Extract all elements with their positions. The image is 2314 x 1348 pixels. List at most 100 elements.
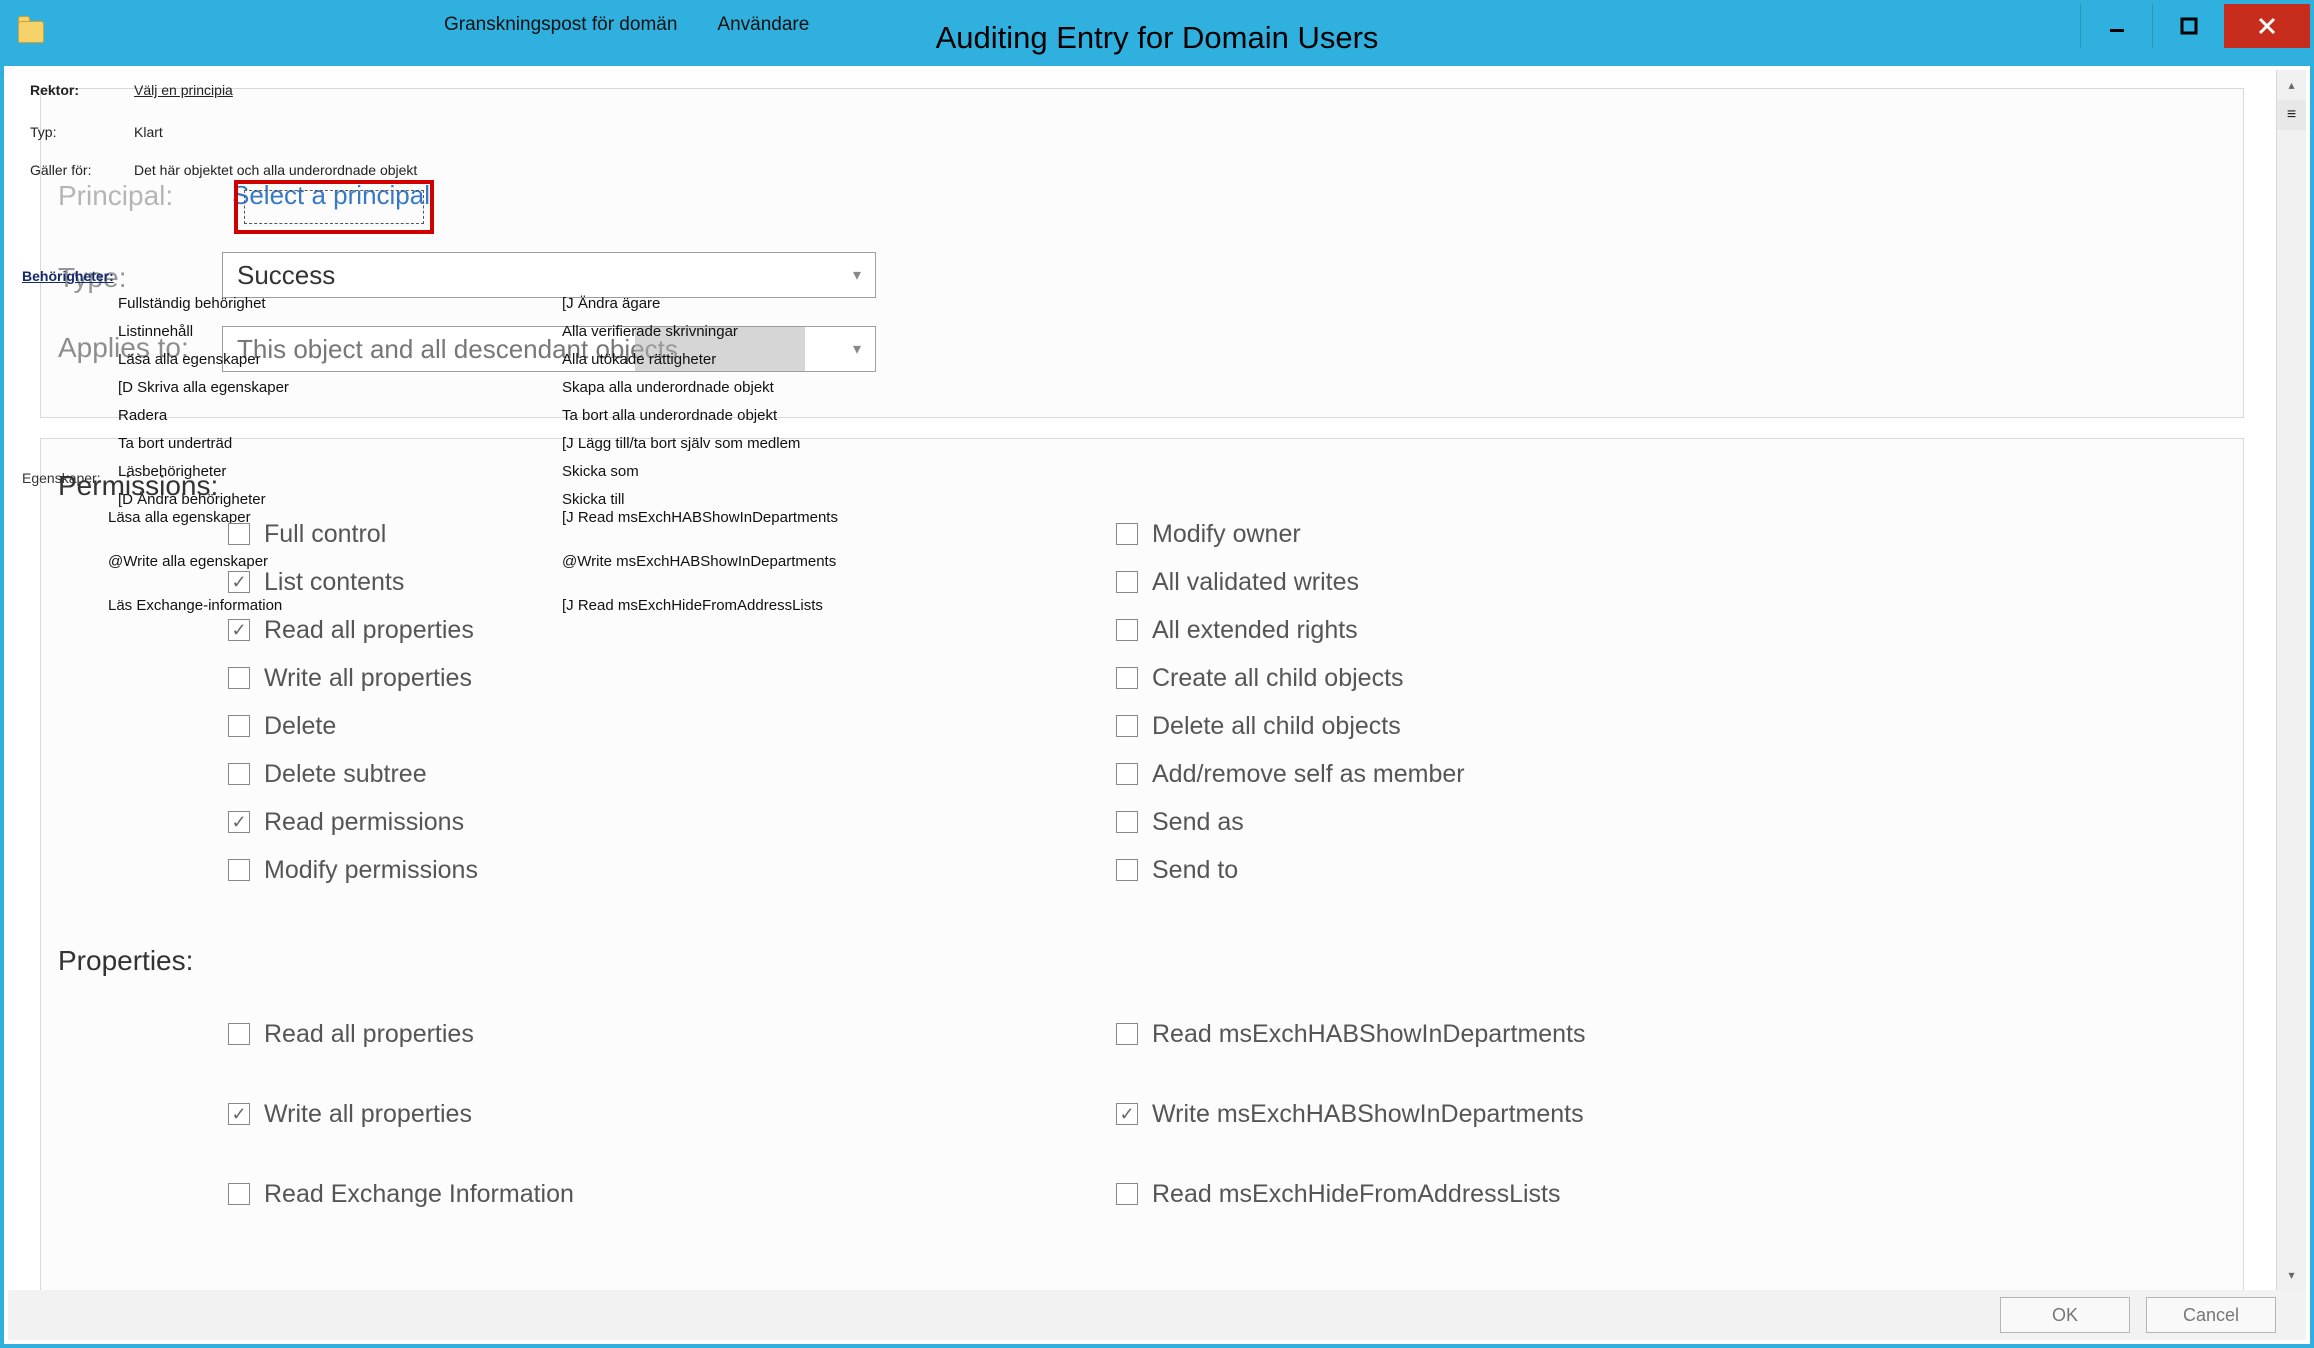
meta-row-rektor: Rektor: Välj en principia — [30, 82, 417, 98]
titlebar: Granskningspost för domän Användare Audi… — [4, 4, 2310, 66]
checkbox-label: All validated writes — [1152, 568, 1359, 597]
checkbox[interactable] — [228, 811, 250, 833]
checkbox[interactable] — [1116, 1183, 1138, 1205]
label-behorigheter: Behörigheter: — [22, 268, 114, 284]
chevron-down-icon: ▾ — [853, 265, 861, 285]
legacy-text-line: [J Read msExchHideFromAddressLists — [562, 584, 838, 628]
legacy-text-line: Ta bort underträd — [118, 430, 289, 458]
checkbox-row: Delete subtree — [228, 750, 478, 798]
checkbox-row: Modify permissions — [228, 846, 478, 894]
close-button[interactable] — [2224, 4, 2310, 48]
checkbox-row: Delete all child objects — [1116, 702, 1465, 750]
folder-icon — [18, 21, 46, 49]
checkbox-label: Create all child objects — [1152, 664, 1404, 693]
label-galler: Gäller för: — [30, 162, 116, 178]
permissions-col-left: Full controlList contentsRead all proper… — [228, 510, 478, 894]
ok-button[interactable]: OK — [2000, 1297, 2130, 1333]
checkbox-label: All extended rights — [1152, 616, 1358, 645]
checkbox[interactable] — [1116, 619, 1138, 641]
checkbox-row: Read Exchange Information — [228, 1154, 574, 1234]
checkbox[interactable] — [1116, 715, 1138, 737]
checkbox-label: Read all properties — [264, 616, 474, 645]
dialog-button-bar: OK Cancel — [8, 1290, 2306, 1340]
checkbox-label: Read msExchHideFromAddressLists — [1152, 1180, 1560, 1209]
dropdown-type-value: Success — [237, 260, 335, 291]
maximize-button[interactable] — [2152, 4, 2224, 48]
link-select-principal-sv[interactable]: Välj en principia — [134, 82, 233, 98]
checkbox-row: Write msExchHABShowInDepartments — [1116, 1074, 1586, 1154]
checkbox[interactable] — [228, 571, 250, 593]
checkbox[interactable] — [1116, 811, 1138, 833]
checkbox[interactable] — [1116, 523, 1138, 545]
legacy-text-line: [J Read msExchHABShowInDepartments — [562, 496, 838, 540]
checkbox[interactable] — [1116, 1103, 1138, 1125]
checkbox-label: Read msExchHABShowInDepartments — [1152, 1020, 1586, 1049]
checkbox-label: Delete subtree — [264, 760, 427, 789]
scroll-down-icon[interactable]: ▾ — [2277, 1260, 2306, 1290]
checkbox-label: Read permissions — [264, 808, 464, 837]
cancel-button[interactable]: Cancel — [2146, 1297, 2276, 1333]
label-rektor: Rektor: — [30, 82, 116, 98]
legacy-text-line: Radera — [118, 402, 289, 430]
checkbox-label: Modify owner — [1152, 520, 1301, 549]
legacy-text-line: Fullständig behörighet — [118, 290, 289, 318]
checkbox-row: List contents — [228, 558, 478, 606]
title-ghost-tabs: Granskningspost för domän Användare — [444, 14, 809, 36]
checkbox-row: Send as — [1116, 798, 1465, 846]
properties-col-left: Read all propertiesWrite all propertiesR… — [228, 994, 574, 1234]
scroll-options-icon[interactable]: ≡ — [2277, 100, 2306, 130]
checkbox-label: Write all properties — [264, 664, 472, 693]
checkbox-label: Send as — [1152, 808, 1244, 837]
checkbox-row: Write all properties — [228, 654, 478, 702]
checkbox[interactable] — [1116, 571, 1138, 593]
chevron-down-icon: ▾ — [853, 339, 861, 359]
heading-permissions: Permissions: — [58, 470, 218, 502]
window-title: Auditing Entry for Domain Users — [4, 20, 2310, 56]
checkbox[interactable] — [1116, 763, 1138, 785]
checkbox-label: Delete — [264, 712, 336, 741]
checkbox[interactable] — [1116, 667, 1138, 689]
checkbox[interactable] — [1116, 1023, 1138, 1045]
permissions-col-right: Modify owner All validated writes All exte… — [1116, 510, 1465, 894]
checkbox-label: Write all properties — [264, 1100, 472, 1129]
checkbox-row: Delete — [228, 702, 478, 750]
checkbox[interactable] — [228, 1103, 250, 1125]
legacy-perm-col-right: [J Ändra ägareAlla verifierade skrivning… — [562, 290, 800, 514]
checkbox-label: Delete all child objects — [1152, 712, 1401, 741]
window-auditing-entry: Granskningspost för domän Användare Audi… — [0, 0, 2314, 1348]
legacy-text-line: Skapa alla underordnade objekt — [562, 374, 800, 402]
ghost-tab-2: Användare — [717, 14, 809, 36]
checkbox[interactable] — [228, 1023, 250, 1045]
checkbox[interactable] — [228, 619, 250, 641]
legacy-text-line: @Write msExchHABShowInDepartments — [562, 540, 838, 584]
checkbox-row: Add/remove self as member — [1116, 750, 1465, 798]
checkbox[interactable] — [228, 763, 250, 785]
legacy-text-line: [J Ändra ägare — [562, 290, 800, 318]
checkbox-row: Read msExchHideFromAddressLists — [1116, 1154, 1586, 1234]
checkbox[interactable] — [228, 667, 250, 689]
checkbox-row: Read msExchHABShowInDepartments — [1116, 994, 1586, 1074]
meta-row-galler: Gäller för: Det här objektet och alla un… — [30, 162, 417, 178]
client-area: Rektor: Välj en principia Typ: Klart Gäl… — [8, 70, 2306, 1290]
checkbox-row: Create all child objects — [1116, 654, 1465, 702]
legacy-text-line: [J Lägg till/ta bort själv som medlem — [562, 430, 800, 458]
scroll-up-icon[interactable]: ▴ — [2277, 70, 2306, 100]
checkbox-label: List contents — [264, 568, 404, 597]
vertical-scrollbar[interactable]: ▴ ≡ ▾ — [2276, 70, 2306, 1290]
checkbox[interactable] — [228, 523, 250, 545]
legacy-text-line: Läsa alla egenskaper — [118, 346, 289, 374]
checkbox[interactable] — [228, 1183, 250, 1205]
checkbox-row: Read permissions — [228, 798, 478, 846]
checkbox-row: Modify owner — [1116, 510, 1465, 558]
checkbox[interactable] — [1116, 859, 1138, 881]
legacy-text-line: Ta bort alla underordnade objekt — [562, 402, 800, 430]
checkbox[interactable] — [228, 859, 250, 881]
value-galler: Det här objektet och alla underordnade o… — [134, 162, 417, 178]
minimize-button[interactable] — [2080, 4, 2152, 48]
checkbox[interactable] — [228, 715, 250, 737]
checkbox-row: All extended rights — [1116, 606, 1465, 654]
legacy-text-line: Listinnehåll — [118, 318, 289, 346]
checkbox-label: Read Exchange Information — [264, 1180, 574, 1209]
checkbox-row: All validated writes — [1116, 558, 1465, 606]
link-select-principal[interactable]: Select a principal — [232, 180, 430, 211]
